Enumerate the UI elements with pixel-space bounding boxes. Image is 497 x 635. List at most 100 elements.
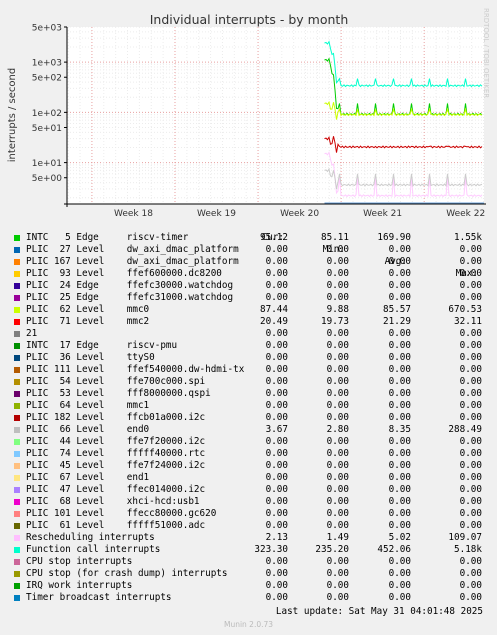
value-max: 0.00 (459, 412, 482, 423)
value-avg: 0.00 (388, 436, 411, 447)
value-cur: 0.00 (265, 448, 288, 459)
legend-label: PLIC 62 Level mmc0 (26, 304, 150, 315)
legend-swatch (14, 475, 20, 481)
legend-row: PLIC 36 Level ttyS0 0.00 0.00 0.00 0.00 (12, 352, 482, 364)
value-avg: 0.00 (388, 364, 411, 375)
value-cur: 0.00 (265, 292, 288, 303)
value-max: 0.00 (459, 508, 482, 519)
value-cur: 0.00 (265, 352, 288, 363)
legend-label: Timer broadcast interrupts (26, 592, 172, 603)
value-min: 0.00 (326, 280, 349, 291)
value-avg: 452.06 (377, 544, 411, 555)
value-min: 0.00 (326, 508, 349, 519)
value-min: 0.00 (326, 268, 349, 279)
value-avg: 0.00 (388, 400, 411, 411)
legend-label: Rescheduling interrupts (26, 532, 155, 543)
legend-row: PLIC 62 Level mmc0 87.44 9.88 85.57 670.53 (12, 304, 482, 316)
value-max: 0.00 (459, 484, 482, 495)
value-min: 0.00 (326, 592, 349, 603)
value-min: 0.00 (326, 292, 349, 303)
value-avg: 0.00 (388, 556, 411, 567)
value-max: 0.00 (459, 568, 482, 579)
value-max: 0.00 (459, 352, 482, 363)
legend-label: CPU stop interrupts (26, 556, 133, 567)
value-cur: 0.00 (265, 340, 288, 351)
value-avg: 0.00 (388, 244, 411, 255)
value-max: 0.00 (459, 592, 482, 603)
value-cur: 0.00 (265, 244, 288, 255)
legend-swatch (14, 571, 20, 577)
legend-label: 21 (26, 328, 38, 339)
value-cur: 3.67 (265, 424, 288, 435)
legend-row: Function call interrupts 323.30 235.20 452.… (12, 544, 482, 556)
legend-label: PLIC 71 Level mmc2 (26, 316, 150, 327)
y-tick-label: 5e+03 (32, 24, 62, 34)
value-cur: 0.00 (265, 496, 288, 507)
value-max: 0.00 (459, 496, 482, 507)
value-avg: 0.00 (388, 484, 411, 495)
legend-swatch (14, 439, 20, 445)
value-max: 1.55k (454, 232, 482, 243)
value-avg: 0.00 (388, 256, 411, 267)
value-avg: 0.00 (388, 328, 411, 339)
legend-row: PLIC 67 Level end1 0.00 0.00 0.00 0.00 (12, 472, 482, 484)
value-cur: 0.00 (265, 592, 288, 603)
munin-version: Munin 2.0.73 (223, 620, 274, 629)
legend-label: PLIC 45 Level ffe7f24000.i2c (26, 460, 206, 471)
value-avg: 5.02 (388, 532, 411, 543)
legend-row: PLIC 64 Level mmc1 0.00 0.00 0.00 0.00 (12, 400, 482, 412)
value-avg: 0.00 (388, 472, 411, 483)
value-max: 0.00 (459, 256, 482, 267)
value-max: 0.00 (459, 292, 482, 303)
value-min: 0.00 (326, 460, 349, 471)
x-tick-label: Week 22 (446, 209, 485, 219)
value-max: 0.00 (459, 364, 482, 375)
value-min: 2.80 (326, 424, 349, 435)
legend-swatch (14, 319, 20, 325)
legend-swatch (14, 547, 20, 553)
y-tick-label: 1e+02 (32, 109, 62, 119)
legend-row: CPU stop interrupts 0.00 0.00 0.00 0.00 (12, 556, 482, 568)
value-cur: 0.00 (265, 268, 288, 279)
legend-label: PLIC 182 Level ffcb01a000.i2c (26, 412, 206, 423)
value-cur: 87.44 (260, 304, 288, 315)
value-max: 0.00 (459, 376, 482, 387)
legend-row: INTC 17 Edge riscv-pmu 0.00 0.00 0.00 0.00 (12, 340, 482, 352)
value-cur: 323.30 (254, 544, 288, 555)
last-update: Last update: Sat May 31 04:01:48 2025 (275, 606, 483, 617)
value-cur: 0.00 (265, 436, 288, 447)
value-max: 5.18k (454, 544, 482, 555)
legend-label: PLIC 111 Level ffef540000.dw-hdmi-tx (26, 364, 245, 375)
legend-swatch (14, 511, 20, 517)
value-avg: 0.00 (388, 496, 411, 507)
legend-swatch (14, 463, 20, 469)
value-min: 0.00 (326, 388, 349, 399)
value-cur: 2.13 (265, 532, 288, 543)
value-max: 288.49 (448, 424, 482, 435)
legend-swatch (14, 391, 20, 397)
legend-row: PLIC 111 Level ffef540000.dw-hdmi-tx 0.00… (12, 364, 482, 376)
value-avg: 0.00 (388, 340, 411, 351)
legend: Cur: Min: Avg: Max: INTC 5 Edge riscv-ti… (12, 220, 482, 604)
value-min: 0.00 (326, 580, 349, 591)
value-min: 0.00 (326, 484, 349, 495)
legend-label: Function call interrupts (26, 544, 161, 555)
legend-swatch (14, 427, 20, 433)
legend-row: PLIC 24 Edge ffefc30000.watchdog 0.00 0.00… (12, 280, 482, 292)
legend-swatch (14, 415, 20, 421)
legend-row: PLIC 66 Level end0 3.67 2.80 8.35 288.49 (12, 424, 482, 436)
legend-row: IRQ work interrupts 0.00 0.00 0.00 0.00 (12, 580, 482, 592)
legend-row: CPU stop (for crash dump) interrupts 0.00… (12, 568, 482, 580)
value-max: 0.00 (459, 448, 482, 459)
legend-swatch (14, 331, 20, 337)
legend-row: Rescheduling interrupts 2.13 1.49 5.02 109.0… (12, 532, 482, 544)
value-max: 109.07 (448, 532, 482, 543)
legend-row: PLIC 44 Level ffe7f20000.i2c 0.00 0.00 0.00… (12, 436, 482, 448)
legend-label: PLIC 54 Level ffe700c000.spi (26, 376, 206, 387)
legend-swatch (14, 307, 20, 313)
value-min: 0.00 (326, 244, 349, 255)
legend-swatch (14, 295, 20, 301)
legend-swatch (14, 235, 20, 241)
value-avg: 0.00 (388, 376, 411, 387)
legend-label: PLIC 167 Level dw_axi_dmac_platform (26, 256, 239, 267)
